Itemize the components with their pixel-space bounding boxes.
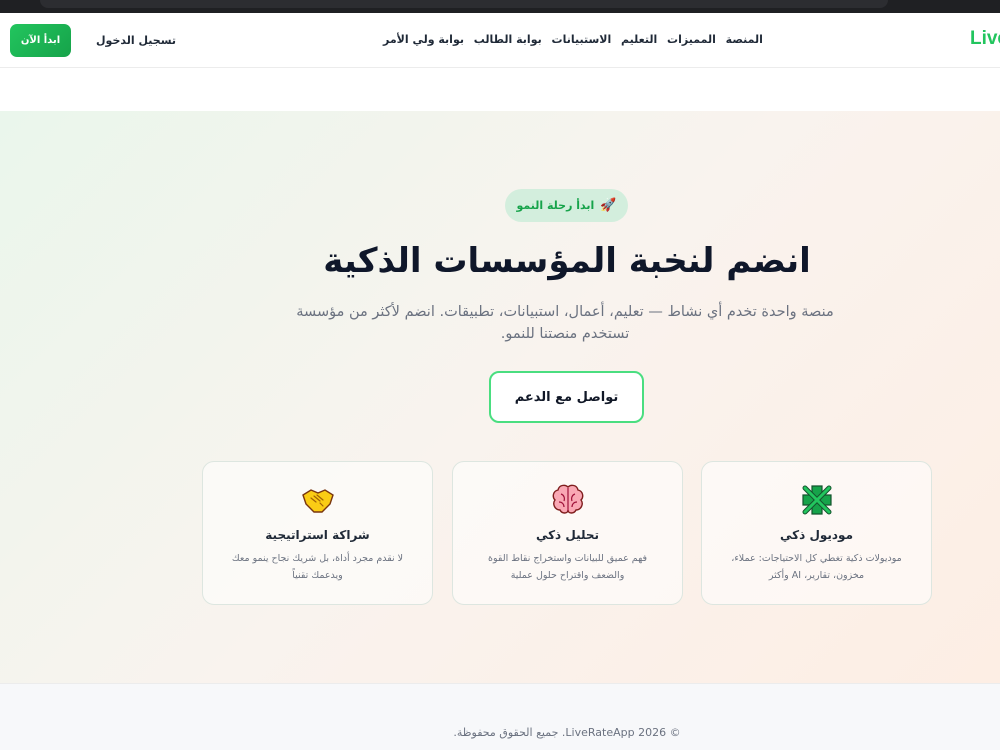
nav-link-surveys[interactable]: الاستبيانات	[552, 33, 612, 46]
card-title: شراكة استراتيجية	[265, 528, 370, 542]
start-now-button[interactable]: ابدأ الآن	[10, 24, 71, 57]
handshake-icon	[301, 489, 334, 513]
nav-links: المنصة المميزات التعليم الاستبيانات بواب…	[383, 33, 763, 46]
footer: © 2026 LiveRateApp. جميع الحقوق محفوظة.	[0, 683, 1000, 750]
nav-link-student-portal[interactable]: بوابة الطالب	[474, 33, 542, 46]
contact-support-button[interactable]: تواصل مع الدعم	[489, 371, 644, 423]
card-title: موديول ذكي	[779, 528, 853, 542]
navbar: Live المنصة المميزات التعليم الاستبيانات…	[0, 13, 1000, 68]
nav-link-parent-portal[interactable]: بوابة ولي الأمر	[383, 33, 464, 46]
feature-card-smart-analysis: تحليل ذكي فهم عميق للبيانات واستخراج نقا…	[452, 461, 683, 605]
login-link[interactable]: تسجيل الدخول	[96, 34, 176, 47]
card-description: موديولات ذكية تغطي كل الاحتياجات: عملاء،…	[731, 553, 902, 581]
card-description: لا نقدم مجرد أداة، بل شريك نجاح ينمو معك…	[231, 553, 404, 581]
nav-link-education[interactable]: التعليم	[621, 33, 657, 46]
card-description: فهم عميق للبيانات واستخراج نقاط القوة وا…	[488, 553, 647, 581]
nav-link-platform[interactable]: المنصة	[726, 33, 763, 46]
hero-section: 🚀 ابدأ رحلة النمو انضم لنخبة المؤسسات ال…	[0, 111, 1000, 683]
hero-title: انضم لنخبة المؤسسات الذكية	[323, 241, 811, 281]
hero-badge-text: ابدأ رحلة النمو	[516, 199, 595, 212]
feature-card-smart-module: موديول ذكي موديولات ذكية تغطي كل الاحتيا…	[701, 461, 932, 605]
browser-tab-strip	[40, 0, 888, 8]
nav-link-features[interactable]: المميزات	[667, 33, 716, 46]
brain-icon	[552, 484, 583, 514]
copyright-text: © 2026 LiveRateApp. جميع الحقوق محفوظة.	[453, 726, 681, 739]
rocket-icon: 🚀	[600, 198, 617, 213]
browser-top-bar	[0, 0, 1000, 13]
card-title: تحليل ذكي	[535, 528, 600, 542]
hero-subtitle: منصة واحدة تخدم أي نشاط — تعليم، أعمال، …	[296, 304, 834, 342]
logo[interactable]: Live	[970, 28, 1000, 50]
hero-badge: 🚀 ابدأ رحلة النمو	[505, 189, 628, 222]
feature-card-strategic-partnership: شراكة استراتيجية لا نقدم مجرد أداة، بل ش…	[202, 461, 433, 605]
puzzle-icon	[801, 485, 832, 515]
